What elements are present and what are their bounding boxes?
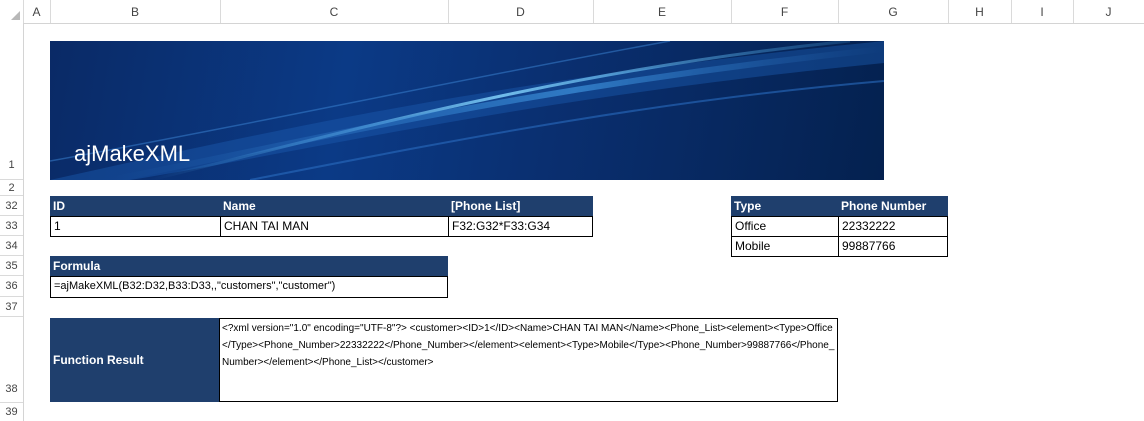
- column-header-e[interactable]: E: [593, 0, 732, 23]
- banner-title: ajMakeXML: [74, 141, 191, 166]
- header-id[interactable]: ID: [50, 196, 220, 216]
- header-phone-number[interactable]: Phone Number: [838, 196, 948, 216]
- formula-cell[interactable]: =ajMakeXML(B32:D32,B33:D33,,"customers",…: [50, 276, 448, 298]
- header-type[interactable]: Type: [731, 196, 838, 216]
- column-header-g[interactable]: G: [838, 0, 949, 23]
- cell-name[interactable]: CHAN TAI MAN: [220, 216, 449, 237]
- formula-header[interactable]: Formula: [50, 256, 448, 276]
- cell-type-office[interactable]: Office: [731, 216, 839, 237]
- column-header-bar: A B C D E F G H I J: [0, 0, 1144, 24]
- column-header-f[interactable]: F: [731, 0, 839, 23]
- row-header-38[interactable]: 38: [0, 317, 23, 403]
- column-header-j[interactable]: J: [1073, 0, 1144, 23]
- column-header-d[interactable]: D: [448, 0, 594, 23]
- row-header-36[interactable]: 36: [0, 276, 23, 297]
- row-header-37[interactable]: 37: [0, 297, 23, 317]
- row-header-bar: 1 2 32 33 34 35 36 37 38 39: [0, 23, 24, 421]
- row-header-33[interactable]: 33: [0, 216, 23, 236]
- function-result-label[interactable]: Function Result: [50, 318, 220, 402]
- header-phone-list[interactable]: [Phone List]: [448, 196, 593, 216]
- row-header-1[interactable]: 1: [0, 23, 23, 180]
- cell-phone-list[interactable]: F32:G32*F33:G34: [448, 216, 593, 237]
- column-header-b[interactable]: B: [50, 0, 221, 23]
- column-header-a[interactable]: A: [23, 0, 51, 23]
- column-header-h[interactable]: H: [948, 0, 1012, 23]
- cell-number-office[interactable]: 22332222: [838, 216, 948, 237]
- function-result-cell[interactable]: <?xml version="1.0" encoding="UTF-8"?> <…: [219, 318, 838, 402]
- select-all-icon: [11, 11, 20, 20]
- cell-number-mobile[interactable]: 99887766: [838, 237, 948, 257]
- banner-image: ajMakeXML: [50, 41, 884, 180]
- cell-type-mobile[interactable]: Mobile: [731, 237, 839, 257]
- header-name[interactable]: Name: [220, 196, 448, 216]
- row-header-35[interactable]: 35: [0, 256, 23, 276]
- select-all-button[interactable]: [0, 0, 24, 23]
- row-header-39[interactable]: 39: [0, 403, 23, 421]
- column-header-i[interactable]: I: [1011, 0, 1074, 23]
- row-header-32[interactable]: 32: [0, 196, 23, 216]
- row-header-34[interactable]: 34: [0, 236, 23, 256]
- cell-id[interactable]: 1: [50, 216, 221, 237]
- function-result-label-text: Function Result: [53, 353, 144, 367]
- column-header-c[interactable]: C: [220, 0, 449, 23]
- row-header-2[interactable]: 2: [0, 180, 23, 196]
